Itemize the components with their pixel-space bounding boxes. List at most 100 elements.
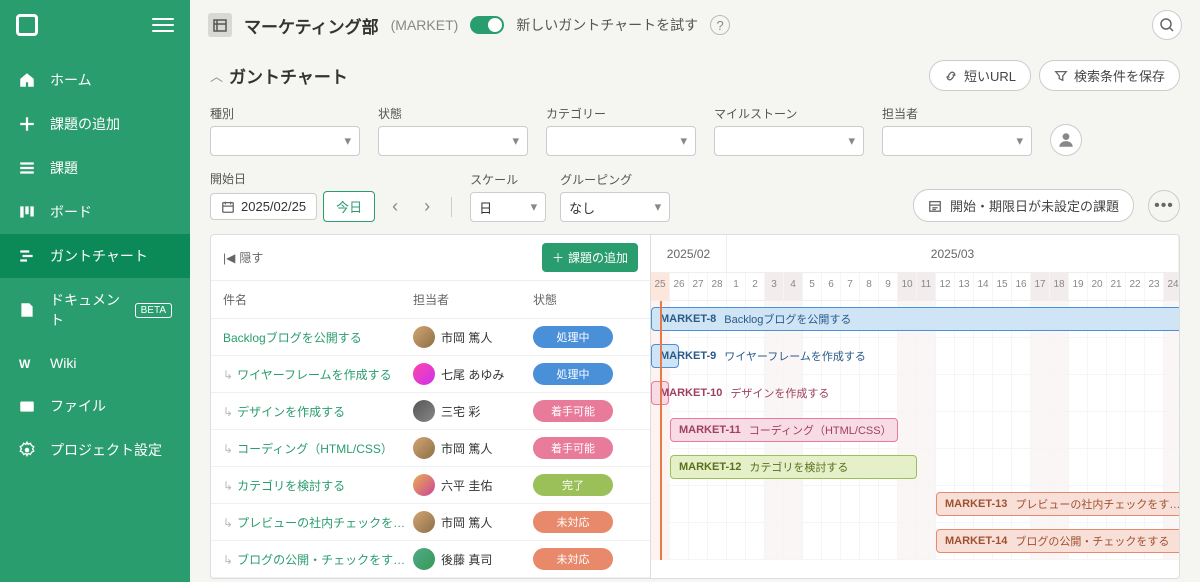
sidebar-item-gantt[interactable]: ガントチャート <box>0 234 190 278</box>
gantt-bar[interactable]: MARKET-8Backlogブログを公開する <box>651 307 1179 331</box>
task-link[interactable]: プレビューの社内チェックを… <box>237 516 405 530</box>
scale-label: スケール <box>470 171 546 188</box>
search-icon[interactable] <box>1152 10 1182 40</box>
timeline-day: 2 <box>746 273 765 300</box>
table-row[interactable]: Backlogブログを公開する市岡 篤人処理中 <box>211 319 650 356</box>
table-row[interactable]: ↳デザインを作成する三宅 彩着手可能 <box>211 393 650 430</box>
sidebar-item-file[interactable]: ファイル <box>0 384 190 428</box>
assignee-name: 七尾 あゆみ <box>441 366 504 383</box>
timeline-day: 17 <box>1031 273 1050 300</box>
task-link[interactable]: ワイヤーフレームを作成する <box>237 368 392 382</box>
timeline-day: 14 <box>974 273 993 300</box>
timeline-day: 23 <box>1145 273 1164 300</box>
timeline-day: 12 <box>936 273 955 300</box>
prev-button[interactable]: ‹ <box>381 193 409 221</box>
table-row[interactable]: ↳コーディング（HTML/CSS）市岡 篤人着手可能 <box>211 430 650 467</box>
col-header-status: 状態 <box>533 291 638 308</box>
assignee-picker-button[interactable] <box>1050 124 1082 156</box>
task-key: MARKET-12 <box>679 461 741 473</box>
task-title: デザインを作成する <box>730 385 829 401</box>
short-url-button[interactable]: 短いURL <box>929 60 1031 91</box>
timeline-day: 25 <box>651 273 670 300</box>
filter-assignee-label: 担当者 <box>882 105 1032 122</box>
task-link[interactable]: デザインを作成する <box>237 405 345 419</box>
task-title: カテゴリを検討する <box>749 459 848 475</box>
beta-badge: BETA <box>135 303 172 318</box>
sidebar-item-label: ボード <box>50 202 92 222</box>
add-task-button[interactable]: ＋ 課題の追加 <box>542 243 638 272</box>
task-key: MARKET-9 <box>660 350 716 362</box>
hide-columns-button[interactable]: |◀ 隠す <box>223 249 263 266</box>
new-gantt-toggle[interactable] <box>470 16 504 34</box>
more-button[interactable]: ••• <box>1148 190 1180 222</box>
timeline-day: 16 <box>1012 273 1031 300</box>
task-link[interactable]: Backlogブログを公開する <box>223 331 362 345</box>
status-badge: 着手可能 <box>533 400 613 422</box>
filter-type-select[interactable]: ▾ <box>210 126 360 156</box>
timeline-day: 15 <box>993 273 1012 300</box>
no-dates-button[interactable]: 開始・期限日が未設定の課題 <box>913 189 1134 222</box>
scale-select[interactable]: 日▾ <box>470 192 546 222</box>
grouping-select[interactable]: なし▾ <box>560 192 670 222</box>
doc-icon <box>18 301 36 319</box>
filter-status-select[interactable]: ▾ <box>378 126 528 156</box>
sidebar-item-home[interactable]: ホーム <box>0 58 190 102</box>
gantt-bar[interactable]: MARKET-13プレビューの社内チェックをす… <box>936 492 1179 516</box>
sidebar-item-list[interactable]: 課題 <box>0 146 190 190</box>
timeline-month: 2025/03 <box>727 235 1179 272</box>
table-row[interactable]: ↳ブログの公開・チェックをす…後藤 真司未対応 <box>211 541 650 578</box>
timeline-day: 27 <box>689 273 708 300</box>
gantt-bar[interactable]: MARKET-11コーディング（HTML/CSS） <box>670 418 898 442</box>
help-icon[interactable]: ? <box>710 15 730 35</box>
table-row[interactable]: ↳ワイヤーフレームを作成する七尾 あゆみ処理中 <box>211 356 650 393</box>
collapse-icon[interactable]: ︿ <box>210 66 223 85</box>
date-input[interactable]: 2025/02/25 <box>210 193 317 220</box>
task-key: MARKET-10 <box>660 387 722 399</box>
task-title: ブログの公開・チェックをする <box>1015 533 1169 549</box>
task-link[interactable]: ブログの公開・チェックをす… <box>237 553 405 567</box>
sidebar-item-doc[interactable]: ドキュメントBETA <box>0 278 190 342</box>
timeline-day: 1 <box>727 273 746 300</box>
project-key: (MARKET) <box>391 17 459 33</box>
task-key: MARKET-8 <box>660 313 716 325</box>
file-icon <box>18 397 36 415</box>
filter-status-label: 状態 <box>378 105 528 122</box>
timeline-day: 3 <box>765 273 784 300</box>
task-key: MARKET-13 <box>945 498 1007 510</box>
svg-text:W: W <box>19 357 31 371</box>
start-date-label: 開始日 <box>210 170 456 187</box>
assignee-name: 六平 圭佑 <box>441 477 492 494</box>
home-icon <box>18 71 36 89</box>
app-logo[interactable] <box>16 14 38 36</box>
project-name[interactable]: マーケティング部 <box>244 13 379 38</box>
today-line <box>660 301 662 560</box>
wiki-icon: W <box>18 354 36 372</box>
today-button[interactable]: 今日 <box>323 191 375 222</box>
gantt-chart: |◀ 隠す ＋ 課題の追加 件名 担当者 状態 Backlogブログを公開する市… <box>210 234 1180 579</box>
filter-category-select[interactable]: ▾ <box>546 126 696 156</box>
gantt-bar[interactable]: MARKET-14ブログの公開・チェックをする <box>936 529 1179 553</box>
task-link[interactable]: カテゴリを検討する <box>237 479 345 493</box>
gantt-bar[interactable]: MARKET-12 カテゴリを検討する <box>670 455 917 479</box>
assignee-name: 市岡 篤人 <box>441 514 492 531</box>
sidebar-item-plus[interactable]: 課題の追加 <box>0 102 190 146</box>
save-search-button[interactable]: 検索条件を保存 <box>1039 60 1180 91</box>
col-header-name: 件名 <box>223 291 413 308</box>
menu-toggle-icon[interactable] <box>152 18 174 32</box>
sidebar-item-board[interactable]: ボード <box>0 190 190 234</box>
timeline-day: 26 <box>670 273 689 300</box>
sidebar-item-wiki[interactable]: WWiki <box>0 342 190 384</box>
plus-icon <box>18 115 36 133</box>
table-row[interactable]: ↳プレビューの社内チェックを…市岡 篤人未対応 <box>211 504 650 541</box>
sidebar-item-gear[interactable]: プロジェクト設定 <box>0 428 190 472</box>
avatar <box>413 474 435 496</box>
next-button[interactable]: › <box>413 193 441 221</box>
filter-milestone-select[interactable]: ▾ <box>714 126 864 156</box>
filter-assignee-select[interactable]: ▾ <box>882 126 1032 156</box>
task-link[interactable]: コーディング（HTML/CSS） <box>237 442 393 456</box>
timeline-day: 6 <box>822 273 841 300</box>
try-new-label: 新しいガントチャートを試す <box>516 15 698 35</box>
table-row[interactable]: ↳カテゴリを検討する六平 圭佑完了 <box>211 467 650 504</box>
gantt-bar[interactable]: MARKET-9ワイヤーフレームを作成する <box>651 344 679 368</box>
avatar <box>413 437 435 459</box>
